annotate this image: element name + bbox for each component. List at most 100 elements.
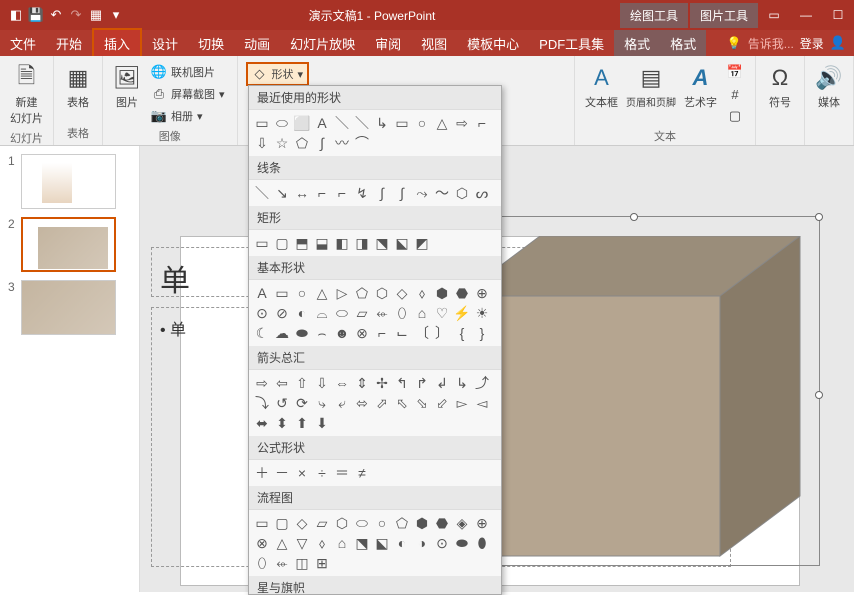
shape-line-1[interactable]: ＼ [253, 184, 271, 202]
symbol-button[interactable]: Ω 符号 [762, 60, 798, 114]
shape-fc-8[interactable]: ⬠ [393, 514, 411, 532]
shape-eq-2[interactable]: － [273, 464, 291, 482]
shape-basic-3[interactable]: ○ [293, 284, 311, 302]
shape-arrow-13[interactable]: ⤵ [253, 394, 271, 412]
slide-number-button[interactable]: # [723, 84, 747, 104]
shape-arrow-down[interactable]: ⇩ [253, 134, 271, 152]
shape-rect-6[interactable]: ◨ [353, 234, 371, 252]
shape-fc-9[interactable]: ⬢ [413, 514, 431, 532]
shape-fc-11[interactable]: ◈ [453, 514, 471, 532]
shape-rect-2[interactable]: ▢ [273, 234, 291, 252]
shape-line-11[interactable]: ⬡ [453, 184, 471, 202]
shape-basic-11[interactable]: ⬣ [453, 284, 471, 302]
shape-basic-26[interactable]: ☁ [273, 324, 291, 342]
shape-arrow-19[interactable]: ⬀ [373, 394, 391, 412]
shape-basic-4[interactable]: △ [313, 284, 331, 302]
shape-basic-29[interactable]: ☻ [333, 324, 351, 342]
shape-basic-27[interactable]: ⬬ [293, 324, 311, 342]
shape-l[interactable]: ⌐ [473, 114, 491, 132]
tab-insert[interactable]: 插入 [92, 28, 142, 59]
slide-thumb-2[interactable]: 2 [8, 217, 131, 272]
shape-basic-23[interactable]: ⚡ [453, 304, 471, 322]
shape-fc-24[interactable]: ⬮ [473, 534, 491, 552]
shape-basic-12[interactable]: ⊕ [473, 284, 491, 302]
shape-arrow-6[interactable]: ⇕ [353, 374, 371, 392]
album-button[interactable]: 📷 相册▾ [147, 106, 229, 126]
shape-eq-1[interactable]: ＋ [253, 464, 271, 482]
shape-line[interactable]: ＼ [333, 114, 351, 132]
shape-basic-25[interactable]: ☾ [253, 324, 271, 342]
shape-line-8[interactable]: ∫ [393, 184, 411, 202]
shape-basic-28[interactable]: ⌢ [313, 324, 331, 342]
new-slide-button[interactable]: 🗎 新建 幻灯片 [6, 60, 47, 130]
shape-basic-33[interactable]: 〔 [413, 324, 431, 342]
shape-line-4[interactable]: ⌐ [313, 184, 331, 202]
shape-fc-10[interactable]: ⬣ [433, 514, 451, 532]
shape-arrow-5[interactable]: ⇔ [333, 374, 351, 392]
tab-file[interactable]: 文件 [0, 30, 46, 57]
shape-rect-7[interactable]: ⬔ [373, 234, 391, 252]
shape-arrow-16[interactable]: ⤷ [313, 394, 331, 412]
shape-fc-5[interactable]: ⬡ [333, 514, 351, 532]
shape-arrow-18[interactable]: ⬄ [353, 394, 371, 412]
context-tab-drawing[interactable]: 绘图工具 [620, 3, 688, 28]
shape-arrow-26[interactable]: ⬍ [273, 414, 291, 432]
shape-arrow-15[interactable]: ⟳ [293, 394, 311, 412]
shape-eq-5[interactable]: ＝ [333, 464, 351, 482]
shape-line-9[interactable]: ⤳ [413, 184, 431, 202]
shape-fc-7[interactable]: ○ [373, 514, 391, 532]
shape-oval[interactable]: ○ [413, 114, 431, 132]
shape-eq-4[interactable]: ÷ [313, 464, 331, 482]
shape-arrow-24[interactable]: ◅ [473, 394, 491, 412]
shape-arrow-17[interactable]: ⤶ [333, 394, 351, 412]
shape-basic-5[interactable]: ▷ [333, 284, 351, 302]
tellme-text[interactable]: 告诉我... [748, 35, 794, 52]
shape-connector[interactable]: ↳ [373, 114, 391, 132]
shape-arrow-25[interactable]: ⬌ [253, 414, 271, 432]
shape-basic-19[interactable]: ⬰ [373, 304, 391, 322]
tellme-icon[interactable]: 💡 [727, 36, 742, 50]
shape-basic-13[interactable]: ⊙ [253, 304, 271, 322]
shape-fc-25[interactable]: ⬯ [253, 554, 271, 572]
share-icon[interactable]: 👤 [830, 35, 846, 51]
shape-arrow-9[interactable]: ↱ [413, 374, 431, 392]
shape-pentagon[interactable]: ⬠ [293, 134, 311, 152]
shape-fc-15[interactable]: ▽ [293, 534, 311, 552]
shape-fc-28[interactable]: ⊞ [313, 554, 331, 572]
textbox-button[interactable]: A 文本框 [581, 60, 622, 128]
shape-basic-17[interactable]: ⬭ [333, 304, 351, 322]
shape-fc-12[interactable]: ⊕ [473, 514, 491, 532]
shape-rect-1[interactable]: ▭ [253, 234, 271, 252]
shape-rect-3[interactable]: ⬒ [293, 234, 311, 252]
tab-templates[interactable]: 模板中心 [457, 30, 529, 57]
minimize-icon[interactable]: — [790, 0, 822, 30]
shape-line-12[interactable]: ᔕ [473, 184, 491, 202]
shape-fc-26[interactable]: ⬰ [273, 554, 291, 572]
shape-arrow-20[interactable]: ⬁ [393, 394, 411, 412]
shape-basic-20[interactable]: ⬯ [393, 304, 411, 322]
shape-line-5[interactable]: ⌐ [333, 184, 351, 202]
shape-rect-4[interactable]: ⬓ [313, 234, 331, 252]
shape-arrow-3[interactable]: ⇧ [293, 374, 311, 392]
shape-basic-18[interactable]: ▱ [353, 304, 371, 322]
tab-review[interactable]: 审阅 [365, 30, 411, 57]
save-icon[interactable]: 💾 [28, 7, 44, 23]
shape-basic-14[interactable]: ⊘ [273, 304, 291, 322]
shape-arrow-28[interactable]: ⬇ [313, 414, 331, 432]
shape-fc-13[interactable]: ⊗ [253, 534, 271, 552]
shape-rect-5[interactable]: ◧ [333, 234, 351, 252]
media-button[interactable]: 🔊 媒体 [811, 60, 847, 114]
shape-curve[interactable]: 〰 [333, 134, 351, 152]
shape-rect[interactable]: ▭ [393, 114, 411, 132]
redo-icon[interactable]: ↷ [68, 7, 84, 23]
shape-eq-6[interactable]: ≠ [353, 464, 371, 482]
login-link[interactable]: 登录 [800, 35, 824, 52]
screenshot-button[interactable]: ⎙ 屏幕截图▾ [147, 84, 229, 104]
tab-format-picture[interactable]: 格式 [660, 30, 706, 57]
qat-dropdown-icon[interactable]: ▾ [108, 7, 124, 23]
header-footer-button[interactable]: ▤ 页眉和页脚 [622, 60, 680, 128]
object-button[interactable]: ▢ [723, 106, 747, 126]
shape-arrow-4[interactable]: ⇩ [313, 374, 331, 392]
shape-curve2[interactable]: ∫ [313, 134, 331, 152]
wordart-button[interactable]: A 艺术字 [680, 60, 721, 128]
